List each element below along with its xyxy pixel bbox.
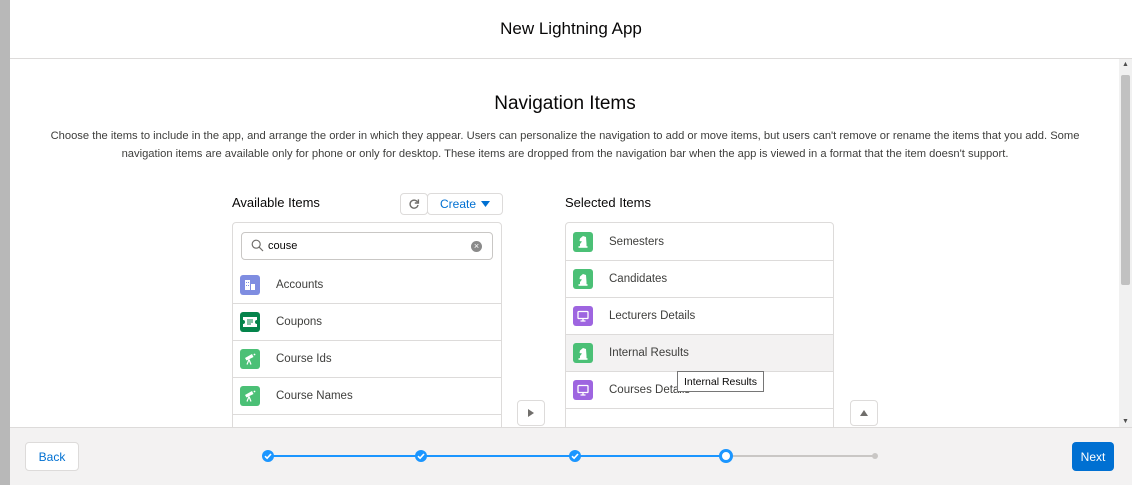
- modal-title: New Lightning App: [500, 19, 642, 38]
- telescope-icon: [240, 386, 260, 406]
- list-item-label: Course Ids: [276, 353, 332, 365]
- list-item-label: Coupons: [276, 316, 323, 328]
- list-item-label: Internal Results: [609, 347, 689, 359]
- arrow-right-icon: [528, 409, 534, 417]
- monitor-icon: [573, 306, 593, 326]
- next-button[interactable]: Next: [1072, 442, 1114, 471]
- list-item-label: Course Names: [276, 390, 353, 402]
- scroll-up-icon[interactable]: ▲: [1122, 61, 1129, 68]
- refresh-icon: [409, 199, 420, 209]
- monitor-icon: [573, 380, 593, 400]
- available-item-course-names[interactable]: Course Names: [233, 377, 501, 414]
- chevron-down-icon: [481, 201, 491, 207]
- available-items-label: Available Items: [232, 195, 320, 210]
- refresh-button[interactable]: [400, 193, 428, 215]
- search-input[interactable]: [268, 233, 458, 259]
- selected-item-internal-results[interactable]: Internal Results: [566, 334, 833, 371]
- list-item[interactable]: [566, 408, 833, 427]
- available-item-course-ids[interactable]: Course Ids: [233, 340, 501, 377]
- clear-search-icon[interactable]: ×: [471, 241, 482, 252]
- list-item-label: Lecturers Details: [609, 310, 696, 322]
- move-to-selected-button[interactable]: [517, 400, 545, 426]
- progress-step-upcoming[interactable]: [872, 453, 878, 459]
- chess-knight-icon: [573, 343, 593, 363]
- selected-items-list: Semesters Candidates Lecturers Details I…: [565, 222, 834, 427]
- accounts-icon: [240, 274, 260, 295]
- available-item-coupons[interactable]: Coupons: [233, 303, 501, 340]
- scrollbar-thumb[interactable]: [1121, 75, 1130, 285]
- chess-knight-icon: [573, 269, 593, 289]
- list-item-label: Candidates: [609, 273, 668, 285]
- move-up-button[interactable]: [850, 400, 878, 426]
- list-item-label: Accounts: [276, 278, 324, 291]
- available-items-list: × Accounts Coupons Course Ids: [232, 222, 502, 427]
- progress-step-complete-icon[interactable]: [569, 450, 581, 462]
- scrollbar[interactable]: ▲ ▼: [1119, 59, 1132, 427]
- create-button[interactable]: Create: [427, 193, 503, 215]
- back-button[interactable]: Back: [25, 442, 79, 471]
- section-description: Choose the items to include in the app, …: [50, 130, 1080, 160]
- scroll-down-icon[interactable]: ▼: [1122, 418, 1129, 425]
- modal-footer: Back Next: [10, 427, 1132, 485]
- new-app-modal: New Lightning App Navigation Items Choos…: [10, 0, 1132, 485]
- list-item[interactable]: [233, 414, 501, 427]
- modal-header: New Lightning App: [10, 0, 1132, 59]
- list-item-label: Semesters: [609, 235, 664, 248]
- progress-track-remaining: [726, 455, 875, 457]
- tooltip: Internal Results: [677, 371, 764, 392]
- search-icon: [251, 239, 264, 252]
- chess-knight-icon: [573, 231, 593, 252]
- progress-step-complete-icon[interactable]: [415, 450, 427, 462]
- section-title: Navigation Items: [494, 93, 636, 114]
- modal-body: Navigation Items Choose the items to inc…: [10, 59, 1132, 427]
- progress-track-complete: [268, 455, 726, 457]
- selected-item-candidates[interactable]: Candidates: [566, 260, 833, 297]
- search-box[interactable]: ×: [241, 232, 493, 260]
- available-item-accounts[interactable]: Accounts: [233, 266, 501, 303]
- coupon-icon: [240, 312, 260, 332]
- selected-items-label: Selected Items: [565, 195, 651, 210]
- progress-step-complete-icon[interactable]: [262, 450, 274, 462]
- selected-item-lecturers-details[interactable]: Lecturers Details: [566, 297, 833, 334]
- telescope-icon: [240, 349, 260, 369]
- arrow-up-icon: [860, 410, 868, 416]
- create-label: Create: [439, 197, 477, 211]
- progress-step-current[interactable]: [719, 449, 733, 463]
- selected-item-semesters[interactable]: Semesters: [566, 223, 833, 260]
